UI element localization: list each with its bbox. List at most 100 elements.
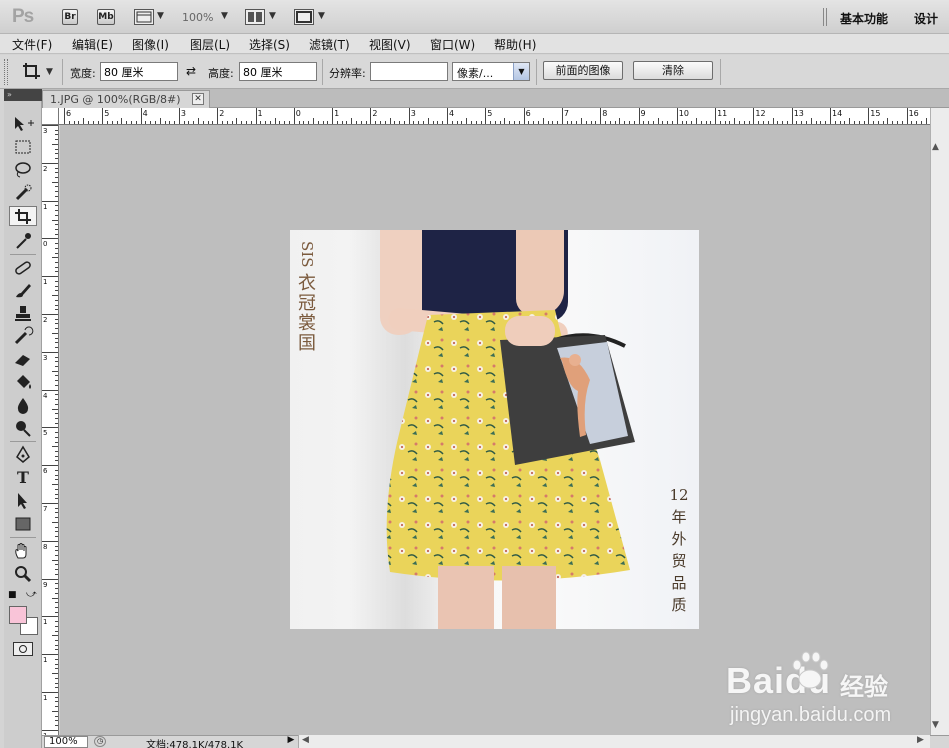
bridge-button[interactable]: Br — [62, 9, 78, 25]
front-image-button[interactable]: 前面的图像 — [543, 61, 623, 80]
toolbox-separator — [10, 254, 36, 255]
crop-icon — [23, 63, 40, 79]
path-selection-tool-icon[interactable] — [9, 491, 37, 511]
resolution-input[interactable] — [370, 62, 448, 81]
brand-text-latin: SIS — [298, 240, 316, 268]
healing-brush-tool-icon[interactable] — [9, 258, 37, 278]
scroll-up-icon[interactable]: ▲ — [932, 142, 939, 152]
screen-mode-button[interactable] — [294, 9, 314, 25]
ruler-tick — [351, 118, 353, 124]
ruler-tick — [55, 602, 58, 604]
menu-file[interactable]: 文件(F) — [12, 36, 52, 53]
eyedropper-tool-icon[interactable] — [9, 231, 37, 251]
zoom-tool-icon[interactable] — [9, 564, 37, 584]
ruler-tick — [55, 195, 58, 197]
ruler-tick — [55, 167, 58, 169]
workspace-essentials[interactable]: 基本功能 — [840, 10, 888, 27]
ruler-tick — [55, 668, 58, 670]
hand-tool-icon[interactable] — [9, 541, 37, 561]
ruler-tick — [523, 108, 525, 124]
horizontal-scrollbar[interactable] — [298, 735, 930, 748]
menu-window[interactable]: 窗口(W) — [430, 36, 475, 53]
menu-edit[interactable]: 编辑(E) — [72, 36, 113, 53]
status-zoom-field[interactable]: 100% — [44, 736, 88, 748]
ruler-left-label: 4 — [43, 391, 48, 400]
toolbox-collapse-icon[interactable]: » — [4, 89, 42, 101]
paint-bucket-tool-icon[interactable] — [9, 372, 37, 392]
lasso-tool-icon[interactable] — [9, 160, 37, 180]
arrange-caret-icon[interactable]: ▼ — [269, 11, 276, 21]
ruler-left-label: 2 — [43, 164, 48, 173]
ruler-top-label: 8 — [602, 109, 608, 118]
menu-image[interactable]: 图像(I) — [132, 36, 169, 53]
zoom-caret-icon[interactable]: ▼ — [221, 11, 228, 21]
eraser-tool-icon[interactable] — [9, 349, 37, 369]
type-tool-icon[interactable]: T — [9, 468, 37, 488]
ruler-tick — [638, 108, 640, 124]
ruler-origin[interactable] — [42, 108, 59, 125]
close-icon[interactable]: ✕ — [192, 93, 204, 105]
height-input[interactable] — [239, 62, 317, 81]
ruler-tick — [55, 337, 58, 339]
toolbox-separator — [10, 441, 36, 442]
tool-preset-picker[interactable] — [20, 60, 44, 82]
ruler-tick — [52, 673, 58, 675]
vertical-ruler[interactable]: 32101234567891111 — [42, 125, 59, 735]
tool-preset-caret-icon[interactable]: ▼ — [46, 67, 53, 77]
document-tab-label: 1.JPG @ 100%(RGB/8#) — [50, 93, 181, 106]
document-image[interactable] — [290, 230, 699, 629]
ruler-tick — [657, 118, 659, 124]
resolution-unit-select[interactable]: 像素/... ▼ — [452, 62, 530, 81]
crop-tool-icon[interactable] — [9, 206, 37, 226]
ruler-top-label: 5 — [487, 109, 493, 118]
default-colors-icon[interactable]: ■ — [8, 590, 17, 600]
scroll-left-icon[interactable]: ◀ — [302, 735, 309, 745]
status-menu-arrow-icon[interactable]: ▶ — [285, 735, 297, 747]
quick-mask-icon[interactable] — [13, 642, 33, 656]
width-input[interactable] — [100, 62, 178, 81]
view-extras-button[interactable] — [134, 9, 154, 25]
menu-layer[interactable]: 图层(L) — [190, 36, 230, 53]
marquee-tool-icon[interactable] — [9, 137, 37, 157]
swap-dimensions-icon[interactable]: ⇄ — [186, 64, 196, 78]
horizontal-ruler[interactable]: 6 5 4 3 2 1 0 1 2 3 4 5 6 7 8 9 10 11 12 13 14 15 16 — [42, 108, 930, 125]
ruler-tick — [55, 233, 58, 235]
ruler-left-label: 3 — [43, 127, 48, 135]
rectangle-tool-icon[interactable] — [9, 514, 37, 534]
move-tool-icon[interactable] — [9, 114, 37, 134]
ruler-tick — [42, 125, 58, 126]
pen-tool-icon[interactable] — [9, 445, 37, 465]
history-brush-tool-icon[interactable] — [9, 326, 37, 346]
menu-help[interactable]: 帮助(H) — [494, 36, 536, 53]
quick-selection-tool-icon[interactable] — [9, 183, 37, 203]
scroll-right-icon[interactable]: ▶ — [917, 735, 924, 745]
zoom-level-dropdown[interactable]: 100% — [182, 11, 213, 24]
screen-mode-caret-icon[interactable]: ▼ — [318, 11, 325, 21]
side-caption: 12 年 外 贸 品 质 — [668, 484, 690, 616]
ruler-tick — [55, 148, 58, 150]
ruler-tick — [55, 328, 58, 330]
brush-tool-icon[interactable] — [9, 280, 37, 300]
swap-colors-icon[interactable]: ⤻ — [26, 589, 37, 600]
arrange-documents-button[interactable] — [245, 9, 265, 25]
ruler-top-label: 16 — [908, 109, 919, 118]
ruler-tick — [55, 205, 58, 207]
options-grip[interactable] — [4, 59, 8, 85]
mini-bridge-button[interactable]: Mb — [97, 9, 115, 25]
blur-tool-icon[interactable] — [9, 395, 37, 415]
clear-button[interactable]: 清除 — [633, 61, 713, 80]
clone-stamp-tool-icon[interactable] — [9, 303, 37, 323]
side-caption-char: 年 — [671, 508, 687, 526]
vertical-scrollbar[interactable] — [930, 108, 949, 735]
view-extras-caret-icon[interactable]: ▼ — [157, 11, 164, 21]
menu-select[interactable]: 选择(S) — [249, 36, 290, 53]
scroll-down-icon[interactable]: ▼ — [932, 720, 939, 730]
menu-filter[interactable]: 滤镜(T) — [309, 36, 350, 53]
ruler-tick — [55, 625, 58, 627]
menu-view[interactable]: 视图(V) — [369, 36, 411, 53]
dodge-tool-icon[interactable] — [9, 418, 37, 438]
foreground-color-swatch[interactable] — [9, 606, 27, 624]
workspace-design[interactable]: 设计 — [914, 10, 938, 27]
ruler-tick — [55, 210, 58, 212]
status-info-icon[interactable]: ◷ — [94, 736, 106, 747]
